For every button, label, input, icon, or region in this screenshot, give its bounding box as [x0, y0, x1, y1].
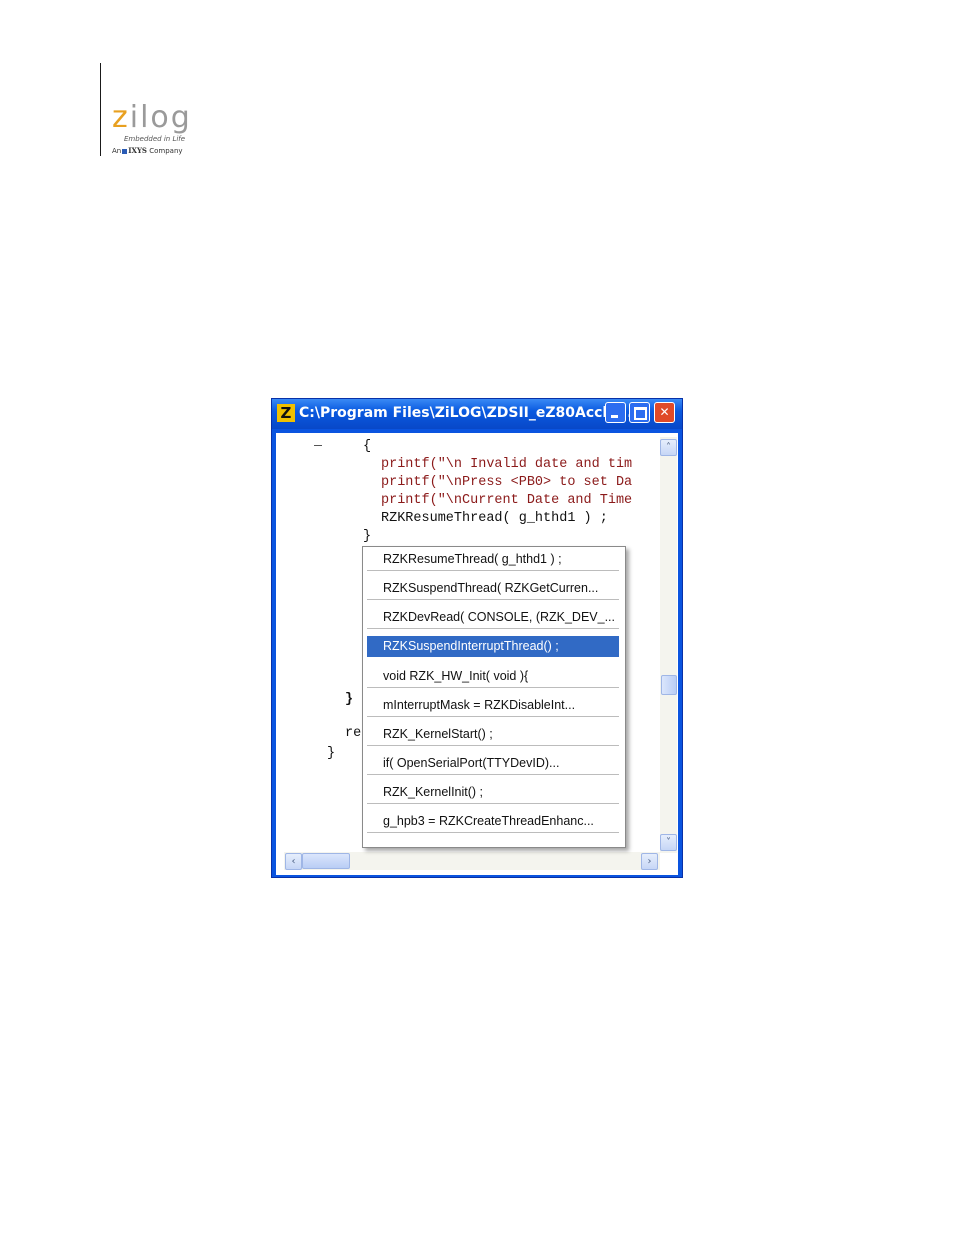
fold-marker-icon[interactable]: [314, 445, 322, 446]
header-rule: [100, 63, 101, 156]
autocomplete-item[interactable]: g_hpb3 = RZKCreateThreadEnhanc...: [367, 810, 619, 833]
logo-company: An IXYS Company: [112, 146, 183, 155]
autocomplete-item[interactable]: RZKSuspendThread( RZKGetCurren...: [367, 577, 619, 600]
scroll-right-button[interactable]: ›: [641, 853, 658, 870]
maximize-button[interactable]: [629, 402, 650, 423]
scroll-up-button[interactable]: ˄: [660, 439, 677, 456]
code-line[interactable]: }: [327, 746, 335, 762]
logo-company-suffix: Company: [149, 147, 183, 155]
zilog-logo: zilog Embedded in Life An IXYS Company: [112, 100, 202, 160]
autocomplete-item-selected[interactable]: RZKSuspendInterruptThread() ;: [367, 636, 619, 657]
vertical-scroll-thumb[interactable]: [661, 675, 677, 695]
code-line[interactable]: printf("\n Invalid date and tim: [381, 457, 632, 473]
autocomplete-item[interactable]: mInterruptMask = RZKDisableInt...: [367, 694, 619, 717]
title-bar[interactable]: Z C:\Program Files\ZiLOG\ZDSII_eZ80Accla…: [272, 399, 682, 429]
vertical-scrollbar[interactable]: ˄ ˅: [660, 437, 677, 853]
code-line[interactable]: re: [345, 726, 361, 742]
code-line[interactable]: printf("\nCurrent Date and Time: [381, 493, 632, 509]
app-icon[interactable]: Z: [277, 404, 295, 422]
code-line[interactable]: RZKResumeThread( g_hthd1 ) ;: [381, 511, 608, 527]
horizontal-scroll-thumb[interactable]: [302, 853, 350, 869]
logo-wordmark: zilog: [112, 100, 192, 135]
logo-company-prefix: An: [112, 147, 122, 155]
code-line[interactable]: }: [363, 529, 371, 545]
autocomplete-item[interactable]: void RZK_HW_Init( void ){: [367, 665, 619, 688]
scroll-left-button[interactable]: ‹: [285, 853, 302, 870]
autocomplete-item[interactable]: RZK_KernelInit() ;: [367, 781, 619, 804]
minimize-button[interactable]: [605, 402, 626, 423]
logo-tagline: Embedded in Life: [124, 135, 186, 143]
code-line[interactable]: {: [363, 439, 371, 455]
ixys-square-icon: [122, 148, 128, 154]
autocomplete-item[interactable]: RZKResumeThread( g_hthd1 ) ;: [367, 548, 619, 571]
scroll-down-button[interactable]: ˅: [660, 834, 677, 851]
code-line[interactable]: printf("\nPress <PB0> to set Da: [381, 475, 632, 491]
horizontal-scrollbar[interactable]: ‹ ›: [284, 852, 660, 870]
window-title: C:\Program Files\ZiLOG\ZDSII_eZ80Accla..…: [299, 405, 633, 421]
logo-company-name: IXYS: [128, 146, 147, 155]
autocomplete-item[interactable]: if( OpenSerialPort(TTYDevID)...: [367, 752, 619, 775]
close-button[interactable]: ✕: [654, 402, 675, 423]
autocomplete-popup[interactable]: RZKResumeThread( g_hthd1 ) ; RZKSuspendT…: [362, 546, 626, 848]
autocomplete-item[interactable]: RZK_KernelStart() ;: [367, 723, 619, 746]
code-line[interactable]: }: [345, 692, 353, 708]
autocomplete-item[interactable]: RZKDevRead( CONSOLE, (RZK_DEV_...: [367, 606, 619, 629]
